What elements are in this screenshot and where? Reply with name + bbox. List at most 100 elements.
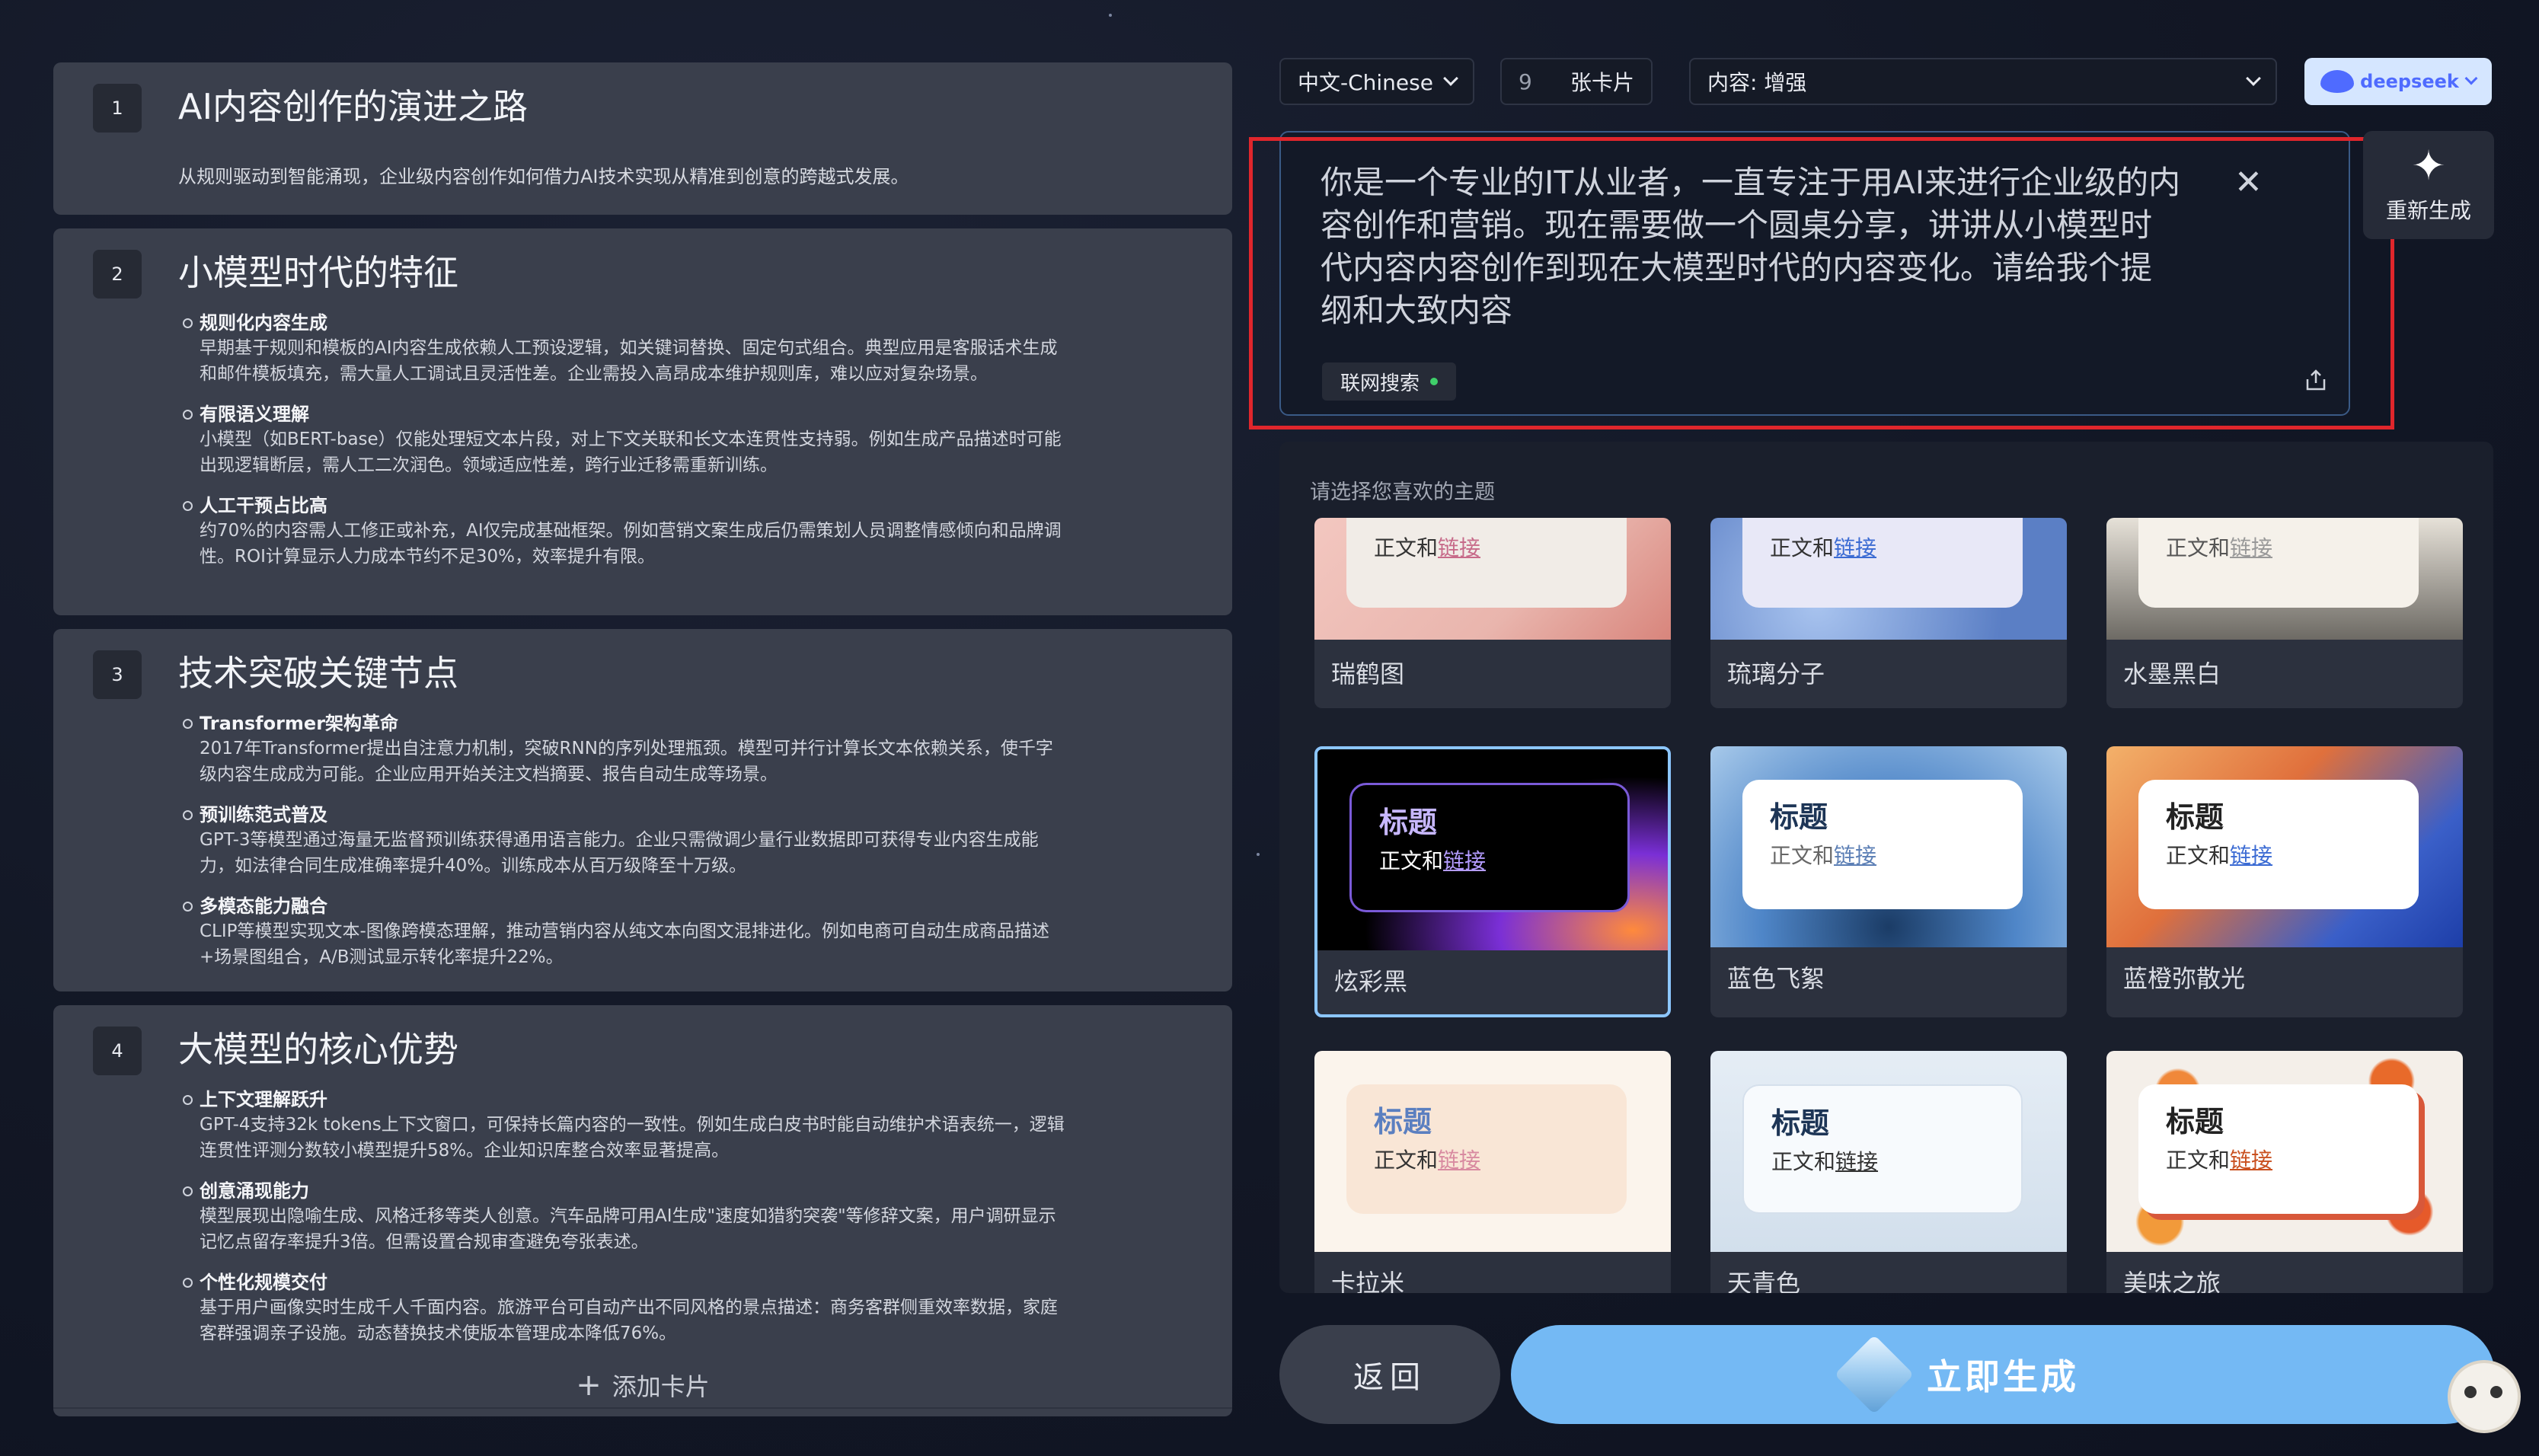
theme-tile[interactable]: 标题 正文和链接 蓝色飞絮 (1710, 746, 2067, 1017)
theme-name: 蓝色飞絮 (1727, 964, 1825, 993)
card-count-input[interactable]: 9 张卡片 (1500, 58, 1653, 105)
point-detail: 早期基于规则和模板的AI内容生成依赖人工预设逻辑，如关键词替换、固定句式组合。典… (200, 338, 1058, 384)
point-detail: 小模型（如BERT-base）仅能处理短文本片段，对上下文关联和长文本连贯性支持… (200, 429, 1062, 475)
theme-tile[interactable]: 标题 正文和链接 卡拉米 (1314, 1051, 1671, 1293)
theme-sample-title: 标题 (2166, 800, 2224, 834)
card-number: 2 (93, 250, 142, 299)
card-points: Transformer架构革命 2017年Transformer提出自注意力机制… (183, 711, 1065, 985)
web-search-toggle[interactable]: 联网搜索 (1322, 362, 1457, 401)
generate-button[interactable]: 立即生成 (1511, 1325, 2495, 1424)
card-subtitle[interactable]: 从规则驱动到智能涌现，企业级内容创作如何借力AI技术实现从精准到创意的跨越式发展… (178, 161, 909, 188)
outline-card[interactable]: 3 技术突破关键节点 Transformer架构革命 2017年Transfor… (53, 629, 1232, 991)
back-button[interactable]: 返回 (1279, 1325, 1500, 1424)
outline-card[interactable]: 4 大模型的核心优势 上下文理解跃升 GPT-4支持32k tokens上下文窗… (53, 1005, 1232, 1416)
theme-sample-body: 正文和链接 (2166, 535, 2273, 560)
card-points: 规则化内容生成 早期基于规则和模板的AI内容生成依赖人工预设逻辑，如关键词替换、… (183, 311, 1065, 585)
theme-preview-card: 标题 正文和链接 (1742, 1084, 2023, 1214)
theme-name: 炫彩黑 (1334, 967, 1408, 996)
theme-name: 蓝橙弥散光 (2123, 964, 2246, 993)
list-item[interactable]: 个性化规模交付 基于用户画像实时生成千人千面内容。旅游平台可自动产出不同风格的景… (183, 1270, 1065, 1346)
chevron-down-icon (2464, 72, 2478, 85)
theme-thumbnail: 标题 正文和链接 (1710, 746, 2067, 947)
card-title[interactable]: 大模型的核心优势 (178, 1022, 458, 1072)
theme-preview-card: 标题 正文和链接 (2138, 1084, 2419, 1214)
theme-sample-body: 正文和链接 (1379, 848, 1487, 873)
card-count-value[interactable]: 9 (1519, 69, 1532, 94)
point-detail: 约70%的内容需人工修正或补充，AI仅完成基础框架。例如营销文案生成后仍需策划人… (200, 521, 1062, 567)
theme-sample-body: 正文和链接 (2166, 1148, 2273, 1173)
theme-sample-body: 正文和链接 (2166, 843, 2273, 868)
add-card-button[interactable]: + 添加卡片 (53, 1363, 1232, 1409)
card-title[interactable]: 小模型时代的特征 (178, 245, 458, 295)
mascot-avatar[interactable] (2448, 1360, 2521, 1433)
generate-label: 立即生成 (1927, 1356, 2079, 1397)
status-dot-icon (1430, 378, 1439, 385)
list-item[interactable]: 规则化内容生成 早期基于规则和模板的AI内容生成依赖人工预设逻辑，如关键词替换、… (183, 311, 1065, 387)
theme-sample-title: 标题 (1770, 800, 1828, 834)
theme-thumbnail: 正文和链接 (1710, 518, 2067, 640)
theme-sample-title: 标题 (1379, 806, 1438, 839)
point-heading: 创意涌现能力 (200, 1180, 309, 1202)
theme-sample-body: 正文和链接 (1374, 1148, 1481, 1173)
outline-card[interactable]: 2 小模型时代的特征 规则化内容生成 早期基于规则和模板的AI内容生成依赖人工预… (53, 228, 1232, 615)
card-title[interactable]: 技术突破关键节点 (178, 646, 458, 696)
theme-preview-card: 标题 正文和链接 (2138, 780, 2419, 909)
point-heading: 规则化内容生成 (200, 312, 327, 334)
theme-tile[interactable]: 正文和链接 琉璃分子 (1710, 518, 2067, 708)
deepseek-logo-icon (2320, 70, 2355, 93)
theme-thumbnail: 标题 正文和链接 (1317, 749, 1668, 950)
theme-tile[interactable]: 正文和链接 瑞鹤图 (1314, 518, 1671, 708)
theme-sample-body: 正文和链接 (1771, 1149, 1879, 1174)
list-item[interactable]: 创意涌现能力 模型展现出隐喻生成、风格迁移等类人创意。汽车品牌可用AI生成"速度… (183, 1179, 1065, 1255)
theme-preview-card: 标题 正文和链接 (1346, 1084, 1627, 1214)
prompt-box[interactable]: 你是一个专业的IT从业者，一直专注于用AI来进行企业级的内容创作和营销。现在需要… (1279, 131, 2350, 416)
point-heading: 人工干预占比高 (200, 495, 327, 516)
point-detail: GPT-3等模型通过海量无监督预训练获得通用语言能力。企业只需微调少量行业数据即… (200, 830, 1039, 876)
outline-card[interactable]: 1 AI内容创作的演进之路 从规则驱动到智能涌现，企业级内容创作如何借力AI技术… (53, 62, 1232, 215)
regenerate-button[interactable]: ✦ 重新生成 (2363, 131, 2494, 239)
sparkle-icon: ✦ (2411, 142, 2446, 190)
model-select[interactable]: deepseek (2304, 58, 2492, 105)
chevron-down-icon (1443, 71, 1458, 86)
theme-thumbnail: 正文和链接 (2106, 518, 2463, 640)
theme-tile[interactable]: 标题 正文和链接 蓝橙弥散光 (2106, 746, 2463, 1017)
theme-tile-selected[interactable]: 标题 正文和链接 炫彩黑 (1314, 746, 1671, 1017)
theme-sample-title: 标题 (2166, 1105, 2224, 1138)
theme-preview-card: 标题 正文和链接 (1742, 780, 2023, 909)
theme-preview-card: 正文和链接 (1742, 518, 2023, 608)
background-star (1257, 853, 1260, 856)
list-item[interactable]: 有限语义理解 小模型（如BERT-base）仅能处理短文本片段，对上下文关联和长… (183, 402, 1065, 478)
theme-sample-body: 正文和链接 (1770, 843, 1877, 868)
theme-name: 瑞鹤图 (1331, 659, 1405, 688)
card-points: 上下文理解跃升 GPT-4支持32k tokens上下文窗口，可保持长篇内容的一… (183, 1087, 1065, 1362)
list-item[interactable]: 预训练范式普及 GPT-3等模型通过海量无监督预训练获得通用语言能力。企业只需微… (183, 803, 1065, 879)
theme-name: 天青色 (1727, 1269, 1801, 1293)
background-star (1109, 14, 1112, 17)
theme-name: 琉璃分子 (1727, 659, 1825, 688)
content-mode-select[interactable]: 内容: 增强 (1689, 58, 2277, 105)
list-item[interactable]: 上下文理解跃升 GPT-4支持32k tokens上下文窗口，可保持长篇内容的一… (183, 1087, 1065, 1164)
list-item[interactable]: 人工干预占比高 约70%的内容需人工修正或补充，AI仅完成基础框架。例如营销文案… (183, 493, 1065, 570)
theme-name: 美味之旅 (2123, 1269, 2221, 1293)
card-number: 4 (93, 1027, 142, 1075)
diamond-icon (1834, 1334, 1915, 1415)
list-item[interactable]: Transformer架构革命 2017年Transformer提出自注意力机制… (183, 711, 1065, 787)
theme-thumbnail: 标题 正文和链接 (1710, 1051, 2067, 1252)
card-number: 3 (93, 650, 142, 699)
list-item[interactable]: 多模态能力融合 CLIP等模型实现文本-图像跨模态理解，推动营销内容从纯文本向图… (183, 894, 1065, 970)
card-title[interactable]: AI内容创作的演进之路 (178, 79, 528, 129)
language-value: 中文-Chinese (1298, 70, 1433, 95)
plus-icon: + (576, 1368, 602, 1403)
close-icon[interactable]: ✕ (2234, 163, 2263, 202)
theme-thumbnail: 标题 正文和链接 (1314, 1051, 1671, 1252)
prompt-text[interactable]: 你是一个专业的IT从业者，一直专注于用AI来进行企业级的内容创作和营销。现在需要… (1321, 161, 2181, 332)
theme-name: 卡拉米 (1331, 1269, 1405, 1293)
point-heading: Transformer架构革命 (200, 713, 399, 734)
chevron-down-icon (2246, 71, 2261, 86)
share-icon[interactable] (2304, 369, 2327, 391)
theme-tile[interactable]: 正文和链接 水墨黑白 (2106, 518, 2463, 708)
theme-tile[interactable]: 标题 正文和链接 美味之旅 (2106, 1051, 2463, 1293)
theme-tile[interactable]: 标题 正文和链接 天青色 (1710, 1051, 2067, 1293)
language-select[interactable]: 中文-Chinese (1279, 58, 1474, 105)
point-detail: GPT-4支持32k tokens上下文窗口，可保持长篇内容的一致性。例如生成白… (200, 1115, 1065, 1161)
